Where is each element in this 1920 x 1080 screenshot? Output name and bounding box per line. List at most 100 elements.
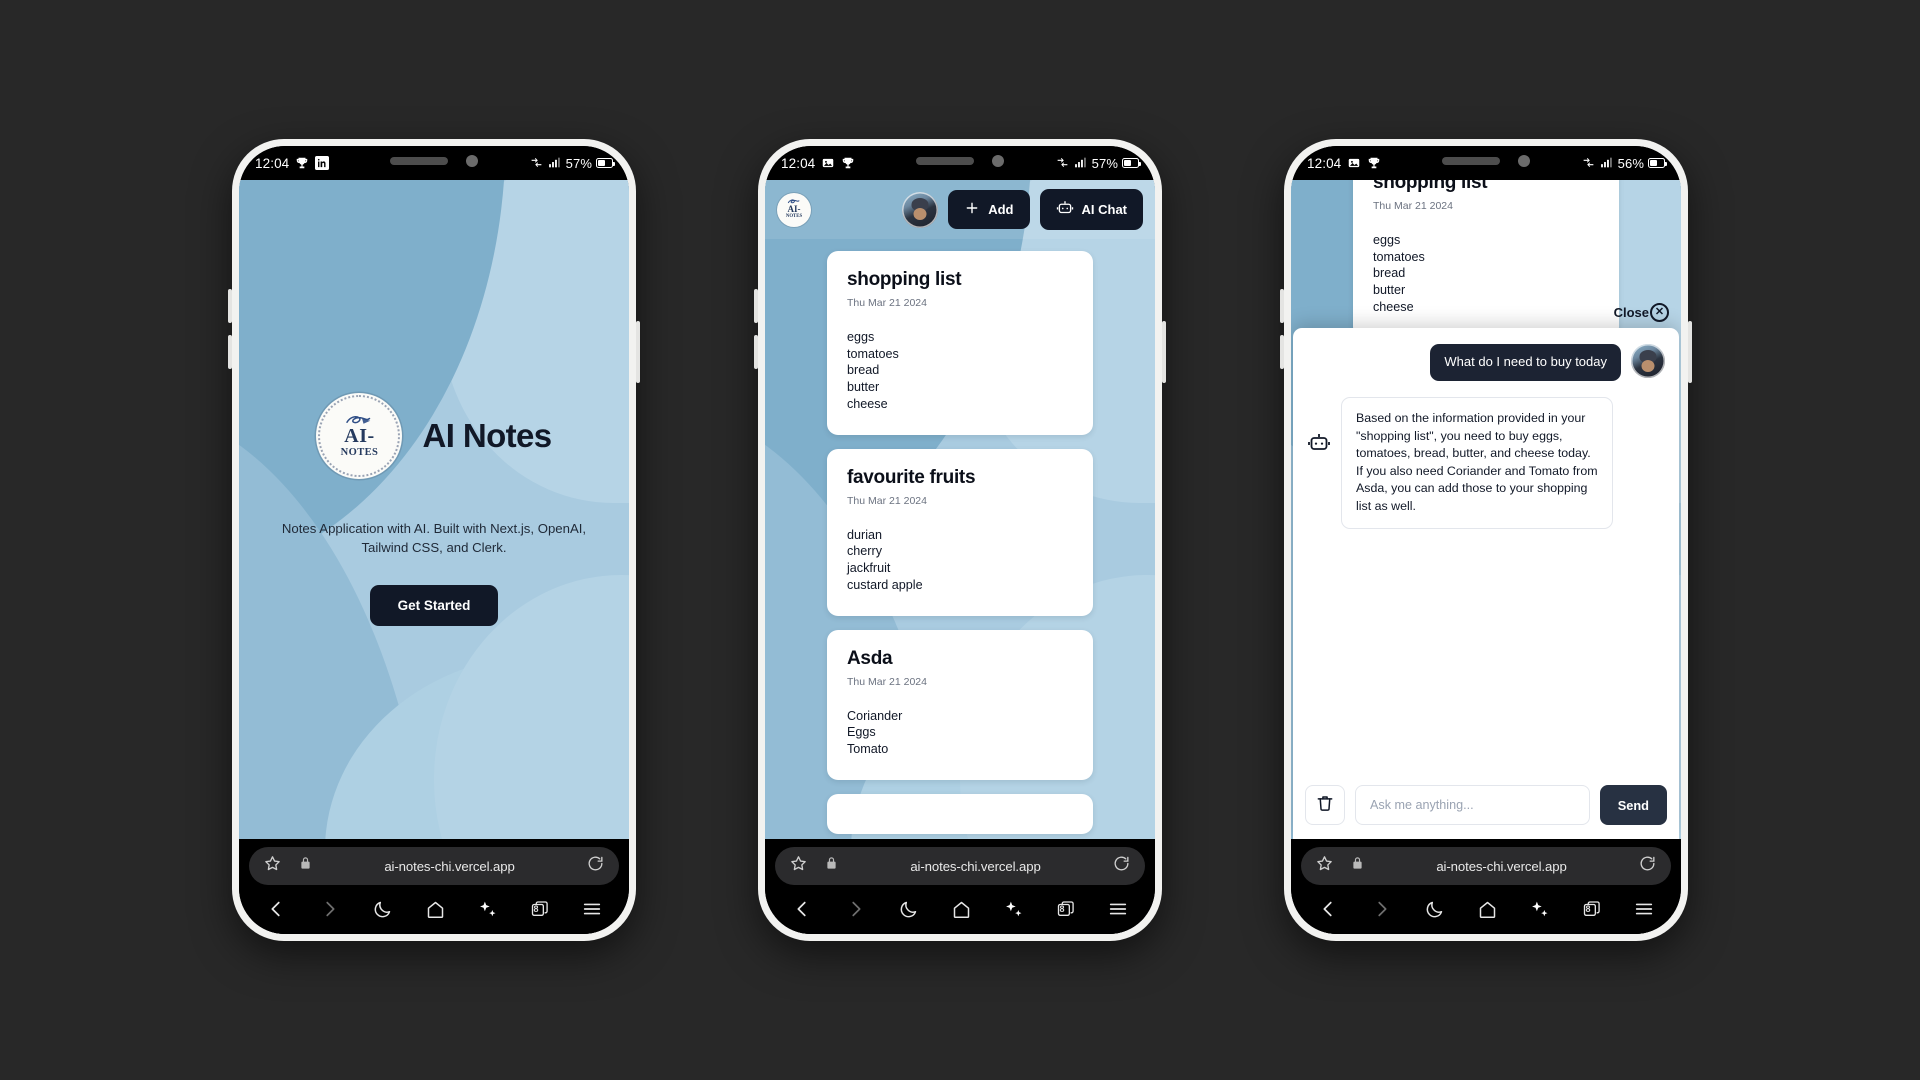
status-bar-right: 57% <box>1056 156 1141 171</box>
chat-input-bar: Send <box>1293 773 1679 839</box>
home-icon[interactable] <box>1477 899 1498 920</box>
padlock-icon <box>1350 856 1365 876</box>
signal-bars-icon <box>1074 156 1088 170</box>
url-text[interactable]: ai-notes-chi.vercel.app <box>839 859 1112 874</box>
tab-switcher-button[interactable]: 8 <box>530 899 550 919</box>
url-bar[interactable]: ai-notes-chi.vercel.app <box>1301 847 1671 885</box>
chat-message-log: What do I need to buy today Based on the… <box>1293 328 1679 773</box>
url-bar[interactable]: ai-notes-chi.vercel.app <box>249 847 619 885</box>
device-notch <box>916 155 1004 167</box>
earpiece-speaker <box>390 157 448 165</box>
ai-chat-label: AI Chat <box>1081 202 1128 217</box>
sparkles-icon[interactable] <box>1529 899 1550 920</box>
power-button[interactable] <box>1162 321 1166 383</box>
volume-down-button[interactable] <box>754 335 758 369</box>
home-icon[interactable] <box>951 899 972 920</box>
front-camera <box>1518 155 1530 167</box>
bookmark-star-icon[interactable] <box>1315 854 1334 878</box>
reload-icon[interactable] <box>1638 854 1657 878</box>
browser-nav-bar: 8 <box>775 885 1145 934</box>
power-button[interactable] <box>1688 321 1692 383</box>
chat-input[interactable] <box>1355 785 1590 825</box>
note-body: Coriander Eggs Tomato <box>847 708 903 757</box>
reload-icon[interactable] <box>1112 854 1131 878</box>
hamburger-menu-icon[interactable] <box>1633 898 1655 920</box>
forward-arrow-icon[interactable] <box>1371 898 1393 920</box>
volume-down-button[interactable] <box>228 335 232 369</box>
logo-line-1: AI- <box>344 425 375 448</box>
clear-chat-button[interactable] <box>1305 785 1345 825</box>
note-title: shopping list <box>847 269 962 290</box>
app-logo-badge[interactable]: AI- NOTES <box>777 192 811 227</box>
note-date: Thu Mar 21 2024 <box>847 494 927 507</box>
image-icon <box>1347 156 1361 170</box>
hamburger-menu-icon[interactable] <box>1107 898 1129 920</box>
ai-chat-button[interactable]: AI Chat <box>1039 189 1143 230</box>
front-camera <box>992 155 1004 167</box>
wifi-transfer-icon <box>1056 156 1070 170</box>
browser-chrome: ai-notes-chi.vercel.app 8 <box>765 839 1155 934</box>
url-bar-left-icons <box>263 854 313 878</box>
signal-bars-icon <box>1600 156 1614 170</box>
sparkles-icon[interactable] <box>1003 899 1024 920</box>
url-text[interactable]: ai-notes-chi.vercel.app <box>1365 859 1638 874</box>
add-note-button[interactable]: Add <box>948 190 1030 229</box>
earpiece-speaker <box>916 157 974 165</box>
notes-list[interactable]: shopping list Thu Mar 21 2024 eggs tomat… <box>765 239 1155 839</box>
url-bar[interactable]: ai-notes-chi.vercel.app <box>775 847 1145 885</box>
sparkles-icon[interactable] <box>477 899 498 920</box>
forward-arrow-icon[interactable] <box>845 898 867 920</box>
url-text[interactable]: ai-notes-chi.vercel.app <box>313 859 586 874</box>
hamburger-menu-icon[interactable] <box>581 898 603 920</box>
tab-switcher-button[interactable]: 8 <box>1056 899 1076 919</box>
battery-icon <box>1648 158 1667 168</box>
close-chat-button[interactable]: Close ✕ <box>1614 303 1669 322</box>
brand-row: AI- NOTES AI Notes <box>316 392 552 479</box>
note-card[interactable]: favourite fruits Thu Mar 21 2024 durian … <box>827 448 1093 616</box>
moon-icon[interactable] <box>898 899 919 920</box>
battery-icon <box>596 158 615 168</box>
back-arrow-icon[interactable] <box>265 898 287 920</box>
phone-screen-chat: 12:04 56% shopping list Thu Mar 21 2024 … <box>1291 146 1681 934</box>
send-button[interactable]: Send <box>1599 785 1667 825</box>
note-card[interactable]: Asda Thu Mar 21 2024 Coriander Eggs Toma… <box>827 629 1093 780</box>
trash-icon <box>1315 793 1335 818</box>
device-notch <box>1442 155 1530 167</box>
front-camera <box>466 155 478 167</box>
web-viewport: AI- NOTES Add AI Chat shopping list Thu … <box>765 180 1155 839</box>
home-icon[interactable] <box>425 899 446 920</box>
logo-line-2: NOTES <box>785 214 803 220</box>
landing-hero: AI- NOTES AI Notes Notes Application wit… <box>239 180 629 839</box>
note-card[interactable]: shopping list Thu Mar 21 2024 eggs tomat… <box>827 251 1093 435</box>
volume-down-button[interactable] <box>1280 335 1284 369</box>
battery-icon <box>1122 158 1141 168</box>
tab-count-label: 8 <box>1585 904 1591 914</box>
volume-up-button[interactable] <box>228 289 232 323</box>
back-arrow-icon[interactable] <box>1317 898 1339 920</box>
browser-chrome: ai-notes-chi.vercel.app 8 <box>1291 839 1681 934</box>
note-card[interactable] <box>827 793 1093 834</box>
bookmark-star-icon[interactable] <box>789 854 808 878</box>
volume-up-button[interactable] <box>1280 289 1284 323</box>
moon-icon[interactable] <box>372 899 393 920</box>
get-started-button[interactable]: Get Started <box>369 585 499 627</box>
volume-up-button[interactable] <box>754 289 758 323</box>
avatar[interactable] <box>902 191 939 228</box>
phone-screen-landing: 12:04 57% AI- NOTES AI Notes Notes Appli… <box>239 146 629 934</box>
padlock-icon <box>824 856 839 876</box>
trophy-icon <box>295 156 309 170</box>
add-note-label: Add <box>988 202 1014 217</box>
tab-count-label: 8 <box>1059 904 1065 914</box>
forward-arrow-icon[interactable] <box>319 898 341 920</box>
bookmark-star-icon[interactable] <box>263 854 282 878</box>
tab-switcher-button[interactable]: 8 <box>1582 899 1602 919</box>
power-button[interactable] <box>636 321 640 383</box>
robot-icon <box>1056 199 1074 220</box>
close-chat-label: Close <box>1613 305 1649 320</box>
reload-icon[interactable] <box>586 854 605 878</box>
status-bar-right: 57% <box>530 156 615 171</box>
moon-icon[interactable] <box>1424 899 1445 920</box>
web-viewport: AI- NOTES AI Notes Notes Application wit… <box>239 180 629 839</box>
note-body: eggs tomatoes bread butter cheese <box>847 330 899 411</box>
back-arrow-icon[interactable] <box>791 898 813 920</box>
